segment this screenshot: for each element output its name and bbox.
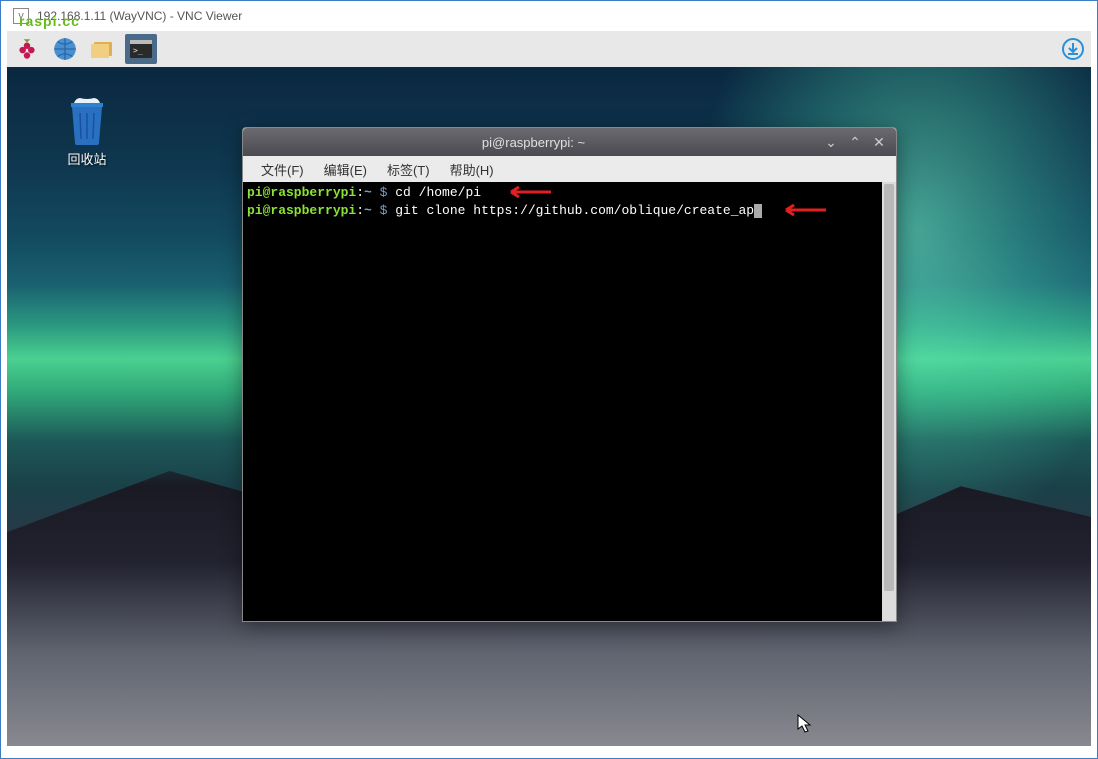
raspberry-menu-icon[interactable] bbox=[11, 34, 43, 64]
terminal-title: pi@raspberrypi: ~ bbox=[243, 135, 824, 150]
svg-text:>_: >_ bbox=[133, 46, 143, 55]
globe-icon[interactable] bbox=[49, 34, 81, 64]
menu-edit[interactable]: 编辑(E) bbox=[314, 158, 377, 181]
terminal-line-1: pi@raspberrypi:~ $ cd /home/pi bbox=[247, 184, 892, 202]
command-text: git clone https://github.com/oblique/cre… bbox=[395, 203, 754, 218]
minimize-button[interactable]: ⌄ bbox=[824, 134, 838, 151]
menu-help[interactable]: 帮助(H) bbox=[440, 158, 504, 181]
terminal-body[interactable]: pi@raspberrypi:~ $ cd /home/pi pi@raspbe… bbox=[243, 182, 896, 621]
prompt-path: ~ bbox=[364, 185, 372, 200]
watermark-text: raspi.cc bbox=[19, 13, 80, 29]
terminal-cursor bbox=[754, 204, 762, 218]
trash-desktop-icon[interactable]: 回收站 bbox=[47, 97, 127, 168]
prompt-user: pi@raspberrypi bbox=[247, 185, 356, 200]
taskbar: >_ bbox=[7, 31, 1091, 67]
terminal-menubar: 文件(F) 编辑(E) 标签(T) 帮助(H) bbox=[243, 156, 896, 182]
menu-tabs[interactable]: 标签(T) bbox=[377, 158, 440, 181]
terminal-titlebar[interactable]: pi@raspberrypi: ~ ⌄ ⌃ ✕ bbox=[243, 128, 896, 156]
terminal-scrollbar[interactable] bbox=[882, 182, 896, 621]
prompt-user: pi@raspberrypi bbox=[247, 203, 356, 218]
terminal-window: pi@raspberrypi: ~ ⌄ ⌃ ✕ 文件(F) 编辑(E) 标签(T… bbox=[242, 127, 897, 622]
bottom-border bbox=[1, 746, 1097, 758]
maximize-button[interactable]: ⌃ bbox=[848, 134, 862, 151]
trash-label: 回收站 bbox=[47, 149, 127, 168]
trash-icon bbox=[63, 97, 111, 145]
menu-file[interactable]: 文件(F) bbox=[251, 158, 314, 181]
vnc-titlebar: V 192.168.1.11 (WayVNC) - VNC Viewer bbox=[1, 1, 1097, 31]
terminal-line-2: pi@raspberrypi:~ $ git clone https://git… bbox=[247, 202, 892, 220]
desktop-wallpaper: 回收站 pi@raspberrypi: ~ ⌄ ⌃ ✕ 文件(F) 编辑(E) … bbox=[7, 67, 1091, 746]
download-icon[interactable] bbox=[1059, 35, 1087, 63]
files-icon[interactable] bbox=[87, 34, 119, 64]
close-button[interactable]: ✕ bbox=[872, 134, 886, 151]
terminal-icon[interactable]: >_ bbox=[125, 34, 157, 64]
scrollbar-thumb[interactable] bbox=[884, 184, 894, 591]
command-text: cd /home/pi bbox=[395, 185, 481, 200]
app-frame: raspi.cc V 192.168.1.11 (WayVNC) - VNC V… bbox=[0, 0, 1098, 759]
prompt-path: ~ bbox=[364, 203, 372, 218]
